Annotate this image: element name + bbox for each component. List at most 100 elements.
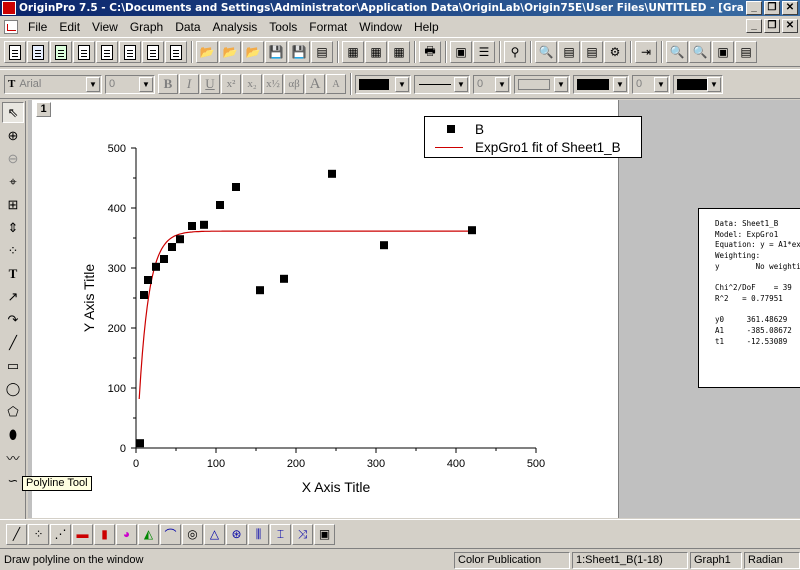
template-library-icon[interactable]: ◎ xyxy=(182,523,203,545)
box-chart-icon[interactable]: ⌶ xyxy=(270,523,291,545)
child-restore-button[interactable]: ❐ xyxy=(764,19,780,33)
polygon-tool-icon[interactable]: ⬠ xyxy=(2,401,24,422)
pattern-width-select[interactable]: 0 ▼ xyxy=(632,74,670,94)
line-color-select[interactable]: ▼ xyxy=(355,74,411,94)
zoom-in-page-icon[interactable]: 🔍 xyxy=(666,41,688,63)
font-name-select[interactable]: T Arial ▼ xyxy=(4,74,102,94)
zoom-in-tool-icon[interactable]: ⊕ xyxy=(2,125,24,146)
graph-window-icon[interactable] xyxy=(4,19,18,34)
polar-plot-icon[interactable]: ⊛ xyxy=(226,523,247,545)
menu-graph[interactable]: Graph xyxy=(124,20,169,34)
rescale-icon[interactable]: ▤ xyxy=(735,41,757,63)
legend[interactable]: B ExpGro1 fit of Sheet1_B xyxy=(424,116,642,158)
menu-help[interactable]: Help xyxy=(408,20,445,34)
menu-file[interactable]: File xyxy=(22,20,53,34)
open-template-icon[interactable]: 📂 xyxy=(219,41,241,63)
fill-color-select[interactable]: ▼ xyxy=(573,74,629,94)
zoom-out-page-icon[interactable]: 🔍 xyxy=(689,41,711,63)
increase-font-button[interactable]: A xyxy=(305,74,325,94)
script-window-icon[interactable]: ▤ xyxy=(558,41,580,63)
bar-plot-icon[interactable]: ▬ xyxy=(72,523,93,545)
child-minimize-button[interactable]: _ xyxy=(746,19,762,33)
open-icon[interactable]: 📂 xyxy=(196,41,218,63)
greek-button[interactable]: αβ xyxy=(284,74,304,94)
symbol-color-select[interactable]: ▼ xyxy=(673,74,723,94)
code-builder-icon[interactable]: ▤ xyxy=(581,41,603,63)
screen-reader-tool-icon[interactable]: ⌖ xyxy=(2,171,24,192)
menu-tools[interactable]: Tools xyxy=(263,20,303,34)
custom-routine-icon[interactable]: ⚙ xyxy=(604,41,626,63)
results-log-icon[interactable]: 🔍 xyxy=(535,41,557,63)
line-width-select[interactable]: 0 ▼ xyxy=(473,74,511,94)
line-symbol-plot-icon[interactable]: ⋰ xyxy=(50,523,71,545)
save-icon[interactable]: 💾 xyxy=(265,41,287,63)
import-multiple-icon[interactable]: ▦ xyxy=(365,41,387,63)
line-plot-icon[interactable]: ╱ xyxy=(6,523,27,545)
pie-chart-icon[interactable]: ◕ xyxy=(116,523,137,545)
new-excel-icon[interactable] xyxy=(50,41,72,63)
area-plot-icon[interactable]: ◭ xyxy=(138,523,159,545)
new-worksheet-icon[interactable] xyxy=(27,41,49,63)
restore-button[interactable]: ❐ xyxy=(764,1,780,15)
font-size-select[interactable]: 0 ▼ xyxy=(105,74,155,94)
whole-page-icon[interactable]: ▣ xyxy=(712,41,734,63)
fill-area-plot-icon[interactable]: ⌒ xyxy=(160,523,181,545)
menu-view[interactable]: View xyxy=(86,20,124,34)
close-button[interactable]: ✕ xyxy=(782,1,798,15)
data-selector-tool-icon[interactable]: ⇕ xyxy=(2,217,24,238)
graph-page[interactable]: 1 0 100 200 300 400 500 0 100 200 300 400 500 X Axis… xyxy=(32,100,642,518)
rectangle-tool-icon[interactable]: ▭ xyxy=(2,355,24,376)
high-low-close-icon[interactable]: ⫼ xyxy=(248,523,269,545)
menu-analysis[interactable]: Analysis xyxy=(207,20,264,34)
underline-button[interactable]: U xyxy=(200,74,220,94)
menu-window[interactable]: Window xyxy=(353,20,408,34)
duplicate-icon[interactable]: ▣ xyxy=(450,41,472,63)
new-notes-icon[interactable] xyxy=(165,41,187,63)
menu-format[interactable]: Format xyxy=(303,20,353,34)
column-plot-icon[interactable]: ▮ xyxy=(94,523,115,545)
supsub-button[interactable]: x½ xyxy=(263,74,283,94)
special-plot-icon[interactable]: ▣ xyxy=(314,523,335,545)
menu-data[interactable]: Data xyxy=(169,20,206,34)
arrow-tool-icon[interactable]: ↗ xyxy=(2,286,24,307)
bold-button[interactable]: B xyxy=(158,74,178,94)
export-icon[interactable]: ▤ xyxy=(311,41,333,63)
import-wizard-icon[interactable]: ▦ xyxy=(388,41,410,63)
new-graph-icon[interactable] xyxy=(73,41,95,63)
fit-results-box[interactable]: Data: Sheet1_B Model: ExpGro1 Equation: y … xyxy=(698,208,800,388)
import-ascii-icon[interactable]: ▦ xyxy=(342,41,364,63)
ternary-plot-icon[interactable]: △ xyxy=(204,523,225,545)
open-excel-icon[interactable]: 📂 xyxy=(242,41,264,63)
curved-arrow-tool-icon[interactable]: ↷ xyxy=(2,309,24,330)
decrease-font-button[interactable]: A xyxy=(326,74,346,94)
region-tool-icon[interactable]: ⬮ xyxy=(2,424,24,445)
superscript-button[interactable]: x² xyxy=(221,74,241,94)
data-reader-tool-icon[interactable]: ⊞ xyxy=(2,194,24,215)
print-icon[interactable]: 🖶 xyxy=(419,41,441,63)
line-tool-icon[interactable]: ╱ xyxy=(2,332,24,353)
add-column-icon[interactable]: ⇥ xyxy=(635,41,657,63)
new-function-icon[interactable] xyxy=(119,41,141,63)
new-matrix-icon[interactable] xyxy=(96,41,118,63)
vector-plot-icon[interactable]: ⤨ xyxy=(292,523,313,545)
origin-app-icon[interactable] xyxy=(2,1,16,15)
zoom-out-tool-icon[interactable]: ⊖ xyxy=(2,148,24,169)
menu-edit[interactable]: Edit xyxy=(53,20,86,34)
circle-tool-icon[interactable]: ◯ xyxy=(2,378,24,399)
polyline-tool-icon[interactable]: 〰 xyxy=(2,447,24,468)
text-tool-icon[interactable]: T xyxy=(2,263,24,284)
subscript-button[interactable]: x₂ xyxy=(242,74,262,94)
draw-data-tool-icon[interactable]: ⁘ xyxy=(2,240,24,261)
plot-area[interactable]: 0 100 200 300 400 500 0 100 200 300 400 500 X Axis T… xyxy=(32,100,619,518)
title-bar[interactable]: OriginPro 7.5 - C:\Documents and Setting… xyxy=(0,0,800,16)
minimize-button[interactable]: _ xyxy=(746,1,762,15)
refresh-icon[interactable]: ☰ xyxy=(473,41,495,63)
child-close-button[interactable]: ✕ xyxy=(782,19,798,33)
new-layout-icon[interactable] xyxy=(142,41,164,63)
italic-button[interactable]: I xyxy=(179,74,199,94)
new-project-icon[interactable] xyxy=(4,41,26,63)
pattern-select[interactable]: ▼ xyxy=(514,74,570,94)
line-style-select[interactable]: ▼ xyxy=(414,74,470,94)
save-template-icon[interactable]: 💾 xyxy=(288,41,310,63)
freehand-tool-icon[interactable]: ∽ xyxy=(2,470,24,491)
